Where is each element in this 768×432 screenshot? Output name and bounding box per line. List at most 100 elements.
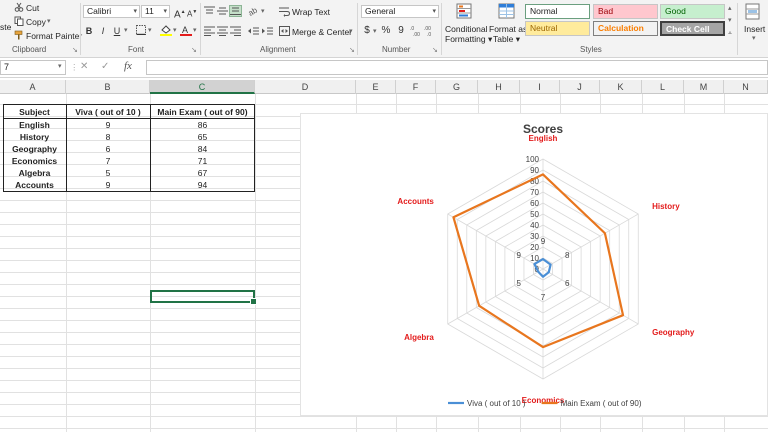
font-size-select[interactable]: 11 ▾ [141,5,170,18]
borders-dropdown-icon[interactable]: ▾ [148,26,152,36]
column-header-j[interactable]: J [560,80,600,94]
insert-dropdown-icon[interactable]: ▾ [752,34,756,44]
column-header-g[interactable]: G [436,80,478,94]
cancel-icon[interactable]: ✕ [80,62,88,72]
alignment-launcher-icon[interactable]: ↘ [349,46,355,54]
clipboard-launcher-icon[interactable]: ↘ [72,46,78,54]
score-cell[interactable]: 7 [66,155,150,167]
active-cell-selection[interactable] [150,290,257,305]
number-format-select[interactable]: General ▾ [361,5,439,18]
cut-button[interactable]: Cut [26,3,39,13]
font-name-select[interactable]: Calibri ▾ [83,5,140,18]
column-header-m[interactable]: M [684,80,724,94]
formula-input[interactable] [146,60,768,75]
name-box[interactable]: 7 [0,60,66,75]
table-header-cell[interactable]: Main Exam ( out of 90) [150,106,255,118]
style-bad[interactable]: Bad [593,4,658,19]
currency-button[interactable]: $ [362,25,372,37]
score-cell[interactable]: 94 [150,179,255,191]
comma-style-button[interactable]: 9 [396,25,406,37]
column-header-i[interactable]: I [520,80,560,94]
score-cell[interactable]: 9 [66,179,150,191]
underline-button[interactable]: U [112,25,122,37]
conditional-formatting-label-line2[interactable]: Formatting ▾ [445,34,492,44]
column-header-c[interactable]: C [150,80,255,94]
styles-more-icon[interactable]: ⩡ [728,29,732,39]
column-header-k[interactable]: K [600,80,642,94]
top-align-icon[interactable] [204,6,215,16]
align-center-icon[interactable] [217,26,228,36]
format-as-table-label-line2[interactable]: Table ▾ [493,34,520,44]
column-header-d[interactable]: D [255,80,356,94]
subject-cell[interactable]: History [3,131,66,143]
subject-cell[interactable]: English [3,119,66,131]
orientation-dropdown-icon[interactable]: ▾ [261,7,265,17]
style-good[interactable]: Good [660,4,725,19]
wrap-text-button[interactable]: Wrap Text [292,7,330,17]
styles-scroll-up-icon[interactable]: ▴ [728,4,732,14]
score-cell[interactable]: 9 [66,119,150,131]
subject-cell[interactable]: Algebra [3,167,66,179]
decrease-decimal-icon[interactable]: .00.0 [424,25,436,38]
increase-decimal-icon[interactable]: .0.00 [410,25,422,38]
merge-center-button[interactable]: Merge & Center [292,27,352,37]
underline-dropdown-icon[interactable]: ▾ [124,26,128,36]
score-cell[interactable]: 67 [150,167,255,179]
number-launcher-icon[interactable]: ↘ [432,46,438,54]
style-check-cell[interactable]: Check Cell [660,21,725,36]
score-cell[interactable]: 84 [150,143,255,155]
font-launcher-icon[interactable]: ↘ [191,46,197,54]
percent-button[interactable]: % [381,25,391,37]
column-header-f[interactable]: F [396,80,436,94]
bold-button[interactable]: B [84,25,94,37]
column-header-h[interactable]: H [478,80,520,94]
copy-dropdown-icon[interactable]: ▾ [47,17,51,27]
styles-scroll-down-icon[interactable]: ▾ [728,16,732,26]
align-left-icon[interactable] [204,26,215,36]
subject-cell[interactable]: Economics [3,155,66,167]
merge-dropdown-icon[interactable]: ▾ [349,27,353,37]
score-cell[interactable]: 86 [150,119,255,131]
enter-icon[interactable]: ✓ [101,62,109,72]
score-cell[interactable]: 6 [66,143,150,155]
insert-button[interactable]: Insert [744,24,765,34]
decrease-indent-icon[interactable] [248,26,259,36]
style-calculation[interactable]: Calculation [593,21,658,36]
align-right-icon[interactable] [230,26,241,36]
subject-cell[interactable]: Geography [3,143,66,155]
orientation-icon[interactable]: ab [247,5,260,18]
middle-align-icon[interactable] [217,6,228,16]
score-cell[interactable]: 8 [66,131,150,143]
paste-button[interactable]: ste [0,22,11,32]
subject-cell[interactable]: Accounts [3,179,66,191]
shrink-font-button[interactable]: A▼ [187,6,197,19]
font-color-dropdown-icon[interactable]: ▾ [193,26,197,36]
name-box-dropdown-icon[interactable]: ▾ [58,62,62,72]
radar-chart[interactable]: Scores 0 10 20 30 40 50 60 70 80 90 100 English Histo… [300,113,768,416]
column-header-n[interactable]: N [724,80,768,94]
score-cell[interactable]: 5 [66,167,150,179]
borders-icon[interactable] [136,25,146,36]
column-header-l[interactable]: L [642,80,684,94]
fill-color-icon[interactable] [160,24,172,36]
table-header-cell[interactable]: Subject [3,106,66,118]
conditional-formatting-label-line1[interactable]: Conditional [445,24,488,34]
format-as-table-label-line1[interactable]: Format as [489,24,527,34]
column-header-a[interactable]: A [0,80,66,94]
column-header-e[interactable]: E [356,80,396,94]
grow-font-button[interactable]: A▲ [174,6,186,20]
insert-function-icon[interactable]: fx [124,61,132,72]
fill-color-dropdown-icon[interactable]: ▾ [173,26,177,36]
bottom-align-icon[interactable] [229,5,242,17]
table-header-cell[interactable]: Viva ( out of 10 ) [66,106,150,118]
score-cell[interactable]: 65 [150,131,255,143]
column-header-b[interactable]: B [66,80,150,94]
style-normal[interactable]: Normal [525,4,590,19]
font-color-icon[interactable]: A [180,24,192,36]
style-neutral[interactable]: Neutral [525,21,590,36]
score-cell[interactable]: 71 [150,155,255,167]
currency-dropdown-icon[interactable]: ▾ [373,27,377,37]
increase-indent-icon[interactable] [262,26,273,36]
copy-button[interactable]: Copy [26,17,46,27]
italic-button[interactable]: I [98,25,108,37]
